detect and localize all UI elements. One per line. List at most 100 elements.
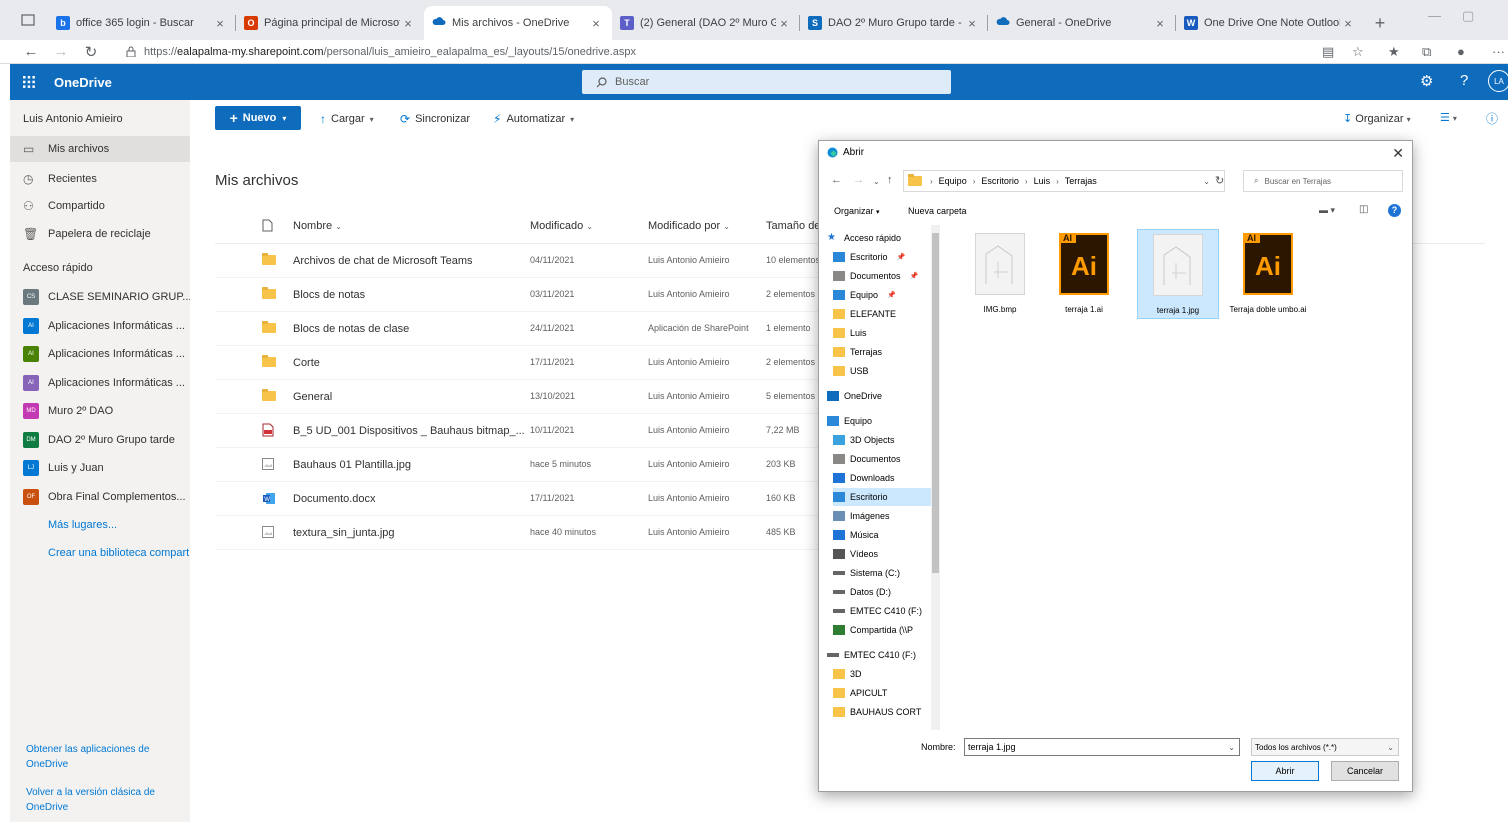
settings-icon[interactable]: ⚙ (1420, 72, 1433, 90)
cancel-button[interactable]: Cancelar (1331, 761, 1399, 781)
tree-item[interactable]: Equipo (827, 412, 872, 430)
favorites-icon[interactable]: ★ (1388, 44, 1400, 60)
browser-tab[interactable]: General - OneDrive × (988, 6, 1176, 40)
tree-item[interactable]: APICULT (833, 684, 887, 702)
file-grid-item[interactable]: IMG.bmp (959, 229, 1041, 319)
tree-item[interactable]: Compartida (\\P (833, 621, 913, 639)
up-icon[interactable]: ↑ (887, 174, 893, 186)
recent-locations-icon[interactable]: ⌄ (873, 177, 880, 186)
breadcrumb[interactable]: › Equipo › Escritorio › Luis › Terrajas … (903, 170, 1225, 192)
upload-button[interactable]: ↑ Cargar ▾ (320, 112, 374, 126)
sync-button[interactable]: ⟳ Sincronizar (400, 112, 470, 126)
table-row[interactable]: Blocs de notas 03/11/2021 Luis Antonio Ami… (215, 278, 820, 312)
add-favorite-icon[interactable]: ☆ (1352, 44, 1364, 60)
forward-icon[interactable]: → (853, 174, 864, 186)
column-size-header[interactable]: Tamaño de (766, 220, 818, 232)
back-icon[interactable]: ← (16, 43, 46, 60)
automate-button[interactable]: ⚡ Automatizar ▾ (493, 112, 574, 126)
url-field[interactable]: https://ealapalma-my.sharepoint.com/pers… (126, 46, 636, 58)
new-button[interactable]: + Nuevo ▾ (215, 106, 301, 130)
breadcrumb-item[interactable]: Terrajas (1065, 176, 1097, 186)
tree-item[interactable]: ELEFANTE (833, 305, 896, 323)
tree-item[interactable]: Imágenes (833, 507, 890, 525)
forward-icon[interactable]: → (46, 43, 76, 60)
file-grid-item[interactable]: terraja 1.jpg (1137, 229, 1219, 319)
browser-tab[interactable]: W One Drive One Note Outlook.d × (1176, 6, 1364, 40)
table-row[interactable]: Blocs de notas de clase 24/11/2021 Aplicac… (215, 312, 820, 346)
file-name[interactable]: Blocs de notas (293, 289, 365, 301)
quick-access-item[interactable]: DM DAO 2º Muro Grupo tarde (10, 427, 190, 453)
onedrive-brand[interactable]: OneDrive (54, 75, 112, 90)
quick-access-item[interactable]: AI Aplicaciones Informáticas ... (10, 341, 190, 367)
scrollbar-thumb[interactable] (932, 233, 939, 573)
tree-item[interactable]: Vídeos (833, 545, 878, 563)
file-name[interactable]: Archivos de chat de Microsoft Teams (293, 255, 473, 267)
info-icon[interactable]: ⓘ (1486, 110, 1498, 127)
file-name[interactable]: Documento.docx (293, 493, 376, 505)
tree-item[interactable]: BAUHAUS CORT (833, 703, 921, 721)
file-grid-item[interactable]: AI Ai Terraja doble umbo.ai (1227, 229, 1309, 319)
reload-icon[interactable]: ↻ (76, 43, 106, 61)
breadcrumb-item[interactable]: Equipo (939, 176, 967, 186)
tree-item[interactable]: Terrajas (833, 343, 882, 361)
sidebar-item-mis-archivos[interactable]: ▭ Mis archivos (10, 136, 190, 162)
quick-access-item[interactable]: OF Obra Final Complementos... (10, 484, 190, 510)
file-grid-item[interactable]: AI Ai terraja 1.ai (1043, 229, 1125, 319)
breadcrumb-item[interactable]: Luis (1034, 176, 1051, 186)
tree-item[interactable]: Datos (D:) (833, 583, 891, 601)
organize-menu[interactable]: Organizar ▾ (834, 206, 880, 216)
more-options-icon[interactable]: ··· (1492, 44, 1505, 59)
tree-item[interactable]: ★ Acceso rápido (827, 229, 901, 247)
open-button[interactable]: Abrir (1251, 761, 1319, 781)
close-icon[interactable]: × (588, 16, 604, 31)
new-folder-button[interactable]: Nueva carpeta (908, 206, 967, 216)
chevron-down-icon[interactable]: ⌄ (1203, 177, 1210, 186)
column-modified-by-header[interactable]: Modificado por ⌄ (648, 220, 730, 232)
close-icon[interactable]: × (1152, 16, 1168, 31)
table-row[interactable]: Archivos de chat de Microsoft Teams 04/11… (215, 244, 820, 278)
refresh-icon[interactable]: ↻ (1215, 174, 1224, 187)
file-name[interactable]: Corte (293, 357, 320, 369)
sidebar-item-compartido[interactable]: ⚇ Compartido (10, 193, 190, 219)
filetype-select[interactable]: Todos los archivos (*.*) ⌄ (1251, 738, 1399, 756)
tree-item[interactable]: USB (833, 362, 869, 380)
table-row[interactable]: W Documento.docx 17/11/2021 Luis Antonio Am… (215, 482, 820, 516)
tree-item[interactable]: Escritorio 📌 (833, 248, 905, 266)
maximize-icon[interactable]: ▢ (1462, 8, 1474, 24)
close-icon[interactable]: ✕ (1392, 145, 1404, 162)
tab-actions-icon[interactable] (8, 0, 48, 40)
more-places-link[interactable]: Más lugares... (48, 519, 117, 531)
column-modified-header[interactable]: Modificado ⌄ (530, 220, 593, 232)
sidebar-item-recientes[interactable]: ◷ Recientes (10, 166, 190, 192)
tree-item[interactable]: Documentos (833, 450, 901, 468)
avatar[interactable]: LA (1488, 70, 1508, 92)
tree-item[interactable]: Luis (833, 324, 867, 342)
new-tab-button[interactable]: + (1364, 6, 1396, 40)
create-library-link[interactable]: Crear una biblioteca compartida (48, 547, 190, 559)
tree-item[interactable]: EMTEC C410 (F:) (827, 646, 916, 664)
sidebar-item-papelera-de-reciclaje[interactable]: 🗑 Papelera de reciclaje (10, 221, 190, 247)
tree-item[interactable]: Documentos 📌 (833, 267, 918, 285)
tree-item[interactable]: Música (833, 526, 879, 544)
tree-item[interactable]: Downloads (833, 469, 895, 487)
file-name[interactable]: B_5 UD_001 Dispositivos _ Bauhaus bitmap… (293, 425, 525, 437)
close-icon[interactable]: × (964, 16, 980, 31)
tree-item[interactable]: 3D Objects (833, 431, 895, 449)
tree-item[interactable]: 3D (833, 665, 862, 683)
close-icon[interactable]: × (1340, 16, 1356, 31)
quick-access-item[interactable]: AI Aplicaciones Informáticas ... (10, 313, 190, 339)
tree-item[interactable]: EMTEC C410 (F:) (833, 602, 922, 620)
tree-item[interactable]: Equipo 📌 (833, 286, 896, 304)
view-mode-icon[interactable]: ▬ ▾ (1319, 205, 1335, 216)
help-icon[interactable]: ? (1460, 72, 1468, 89)
minimize-icon[interactable]: — (1428, 8, 1441, 23)
quick-access-item[interactable]: MD Muro 2º DAO (10, 398, 190, 424)
chevron-down-icon[interactable]: ⌄ (1228, 743, 1235, 752)
preview-pane-icon[interactable]: ◫ (1359, 204, 1368, 215)
browser-tab[interactable]: S DAO 2º Muro Grupo tarde - Ej_× (800, 6, 988, 40)
browser-tab[interactable]: T (2) General (DAO 2º Muro Grupo× (612, 6, 800, 40)
tree-scrollbar[interactable] (931, 225, 940, 730)
quick-access-item[interactable]: CS CLASE SEMINARIO GRUP... (10, 284, 190, 310)
collections-icon[interactable]: ⧉ (1422, 44, 1431, 60)
user-name[interactable]: Luis Antonio Amieiro (23, 113, 123, 125)
